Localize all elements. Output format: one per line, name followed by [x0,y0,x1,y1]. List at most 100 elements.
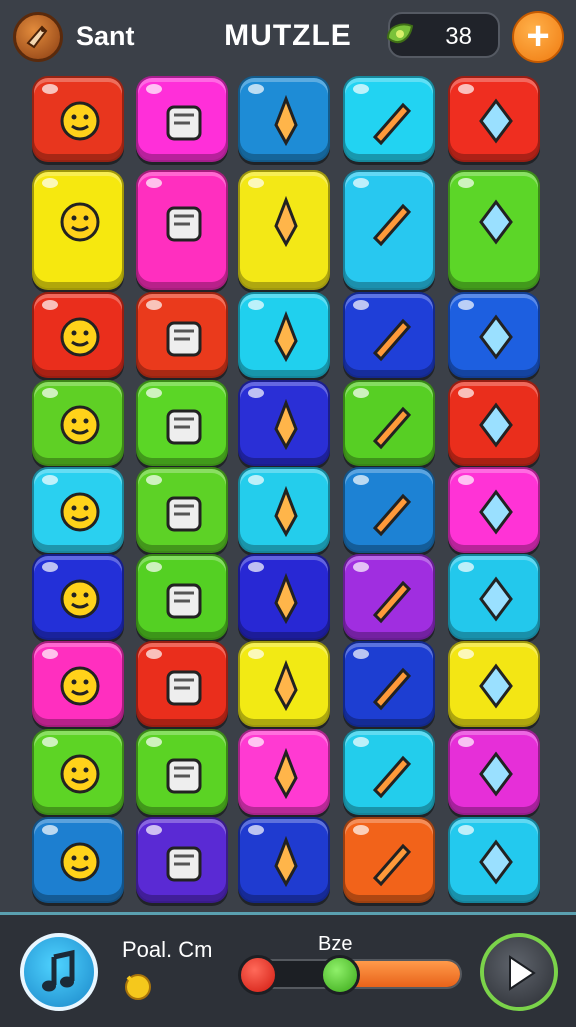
tile-r0-c3[interactable] [343,76,435,162]
arrow-kite-icon [274,659,298,712]
tile-r5-c4[interactable] [448,554,540,640]
tile-r3-c3[interactable] [343,380,435,466]
maraca-icon [60,579,100,619]
music-button[interactable] [20,933,98,1011]
rocket-icon [166,846,202,882]
glue-bottle-icon [479,576,513,622]
tile-r8-c0[interactable] [32,817,124,903]
tile-r4-c1[interactable] [136,467,228,553]
bear-head-icon [274,572,298,625]
tile-r6-c4[interactable] [448,641,540,727]
tile-grid [30,76,550,906]
balloon-and-leaf-icon [166,206,202,242]
tile-r8-c1[interactable] [136,817,228,903]
tile-r5-c0[interactable] [32,554,124,640]
bone-icon [372,755,412,799]
book-icon [274,835,298,888]
tile-r4-c2[interactable] [238,467,330,553]
ice-cream-cone-icon [274,195,298,248]
tile-r5-c3[interactable] [343,554,435,640]
popsicle-icon [479,98,513,144]
tile-r0-c2[interactable] [238,76,330,162]
lion-face-icon [372,667,412,711]
snowman-face-icon [60,317,100,357]
tile-r2-c1[interactable] [136,292,228,378]
crossed-tools-icon [372,318,412,362]
tile-r2-c2[interactable] [238,292,330,378]
palm-plant-icon [479,199,513,245]
tile-r8-c4[interactable] [448,817,540,903]
tile-r3-c0[interactable] [32,380,124,466]
bow-icon [274,398,298,451]
pumpkin-icon [60,405,100,445]
tile-r0-c1[interactable] [136,76,228,162]
tile-r2-c4[interactable] [448,292,540,378]
tile-r5-c1[interactable] [136,554,228,640]
apple-icon [166,758,202,794]
header-bar: Sant MUTZLE 38 + [0,0,576,74]
tile-r6-c0[interactable] [32,641,124,727]
tile-r2-c3[interactable] [343,292,435,378]
tile-r8-c2[interactable] [238,817,330,903]
plant-pot-icon [372,843,412,887]
tile-r1-c0[interactable] [32,170,124,290]
add-coins-button[interactable]: + [512,11,564,63]
tile-r5-c2[interactable] [238,554,330,640]
picture-frame-icon [372,580,412,624]
tile-r0-c4[interactable] [448,76,540,162]
bear-face-icon [166,105,202,141]
tv-screen-icon [372,406,412,450]
swirl-badge-icon [479,663,513,709]
mouse-face-icon [166,670,202,706]
cannon-icon [60,842,100,882]
pencil-icon [166,321,202,357]
purple-face-icon [479,751,513,797]
music-note-icon [42,949,75,992]
tile-r6-c1[interactable] [136,641,228,727]
tile-r8-c3[interactable] [343,817,435,903]
tile-r6-c2[interactable] [238,641,330,727]
heart-fruit-icon [372,493,412,537]
tile-r4-c4[interactable] [448,467,540,553]
slider-label: Bze [318,933,353,955]
slider-handle[interactable] [320,955,360,995]
flower-badge-icon [274,747,298,800]
tile-r7-c4[interactable] [448,729,540,815]
tile-r1-c1[interactable] [136,170,228,290]
tile-r3-c2[interactable] [238,380,330,466]
slider-fill [342,961,460,987]
tile-r1-c3[interactable] [343,170,435,290]
tile-r7-c0[interactable] [32,729,124,815]
play-icon [509,955,536,991]
smiley-pendant-icon [60,101,100,141]
slider-start-knob[interactable] [238,955,278,995]
play-button[interactable] [480,933,558,1011]
tile-r4-c0[interactable] [32,467,124,553]
coin-icon [125,974,151,1000]
tile-r3-c1[interactable] [136,380,228,466]
hat-kid-icon [60,666,100,706]
leaf-gem-icon [386,23,414,44]
tile-r7-c2[interactable] [238,729,330,815]
star-icon [166,409,202,445]
radio-and-dropper-icon [60,202,100,242]
tile-r3-c4[interactable] [448,380,540,466]
tile-r1-c2[interactable] [238,170,330,290]
tile-r1-c4[interactable] [448,170,540,290]
crayon-icon [479,402,513,448]
bottom-bar: Poal. Cm Bze [0,912,576,1027]
tile-r2-c0[interactable] [32,292,124,378]
coin-count: 38 [445,23,472,50]
tile-r7-c3[interactable] [343,729,435,815]
coin-counter: 38 [386,12,500,58]
tile-r6-c3[interactable] [343,641,435,727]
level-label: Poal. Cm [122,937,213,962]
chat-bubble-icon [274,310,298,363]
cotton-candy-icon [274,94,298,147]
lollipop-icon [60,492,100,532]
tile-r0-c0[interactable] [32,76,124,162]
tile-r7-c1[interactable] [136,729,228,815]
carrot-creature-icon [372,203,412,247]
cassette-icon [166,583,202,619]
tile-r4-c3[interactable] [343,467,435,553]
